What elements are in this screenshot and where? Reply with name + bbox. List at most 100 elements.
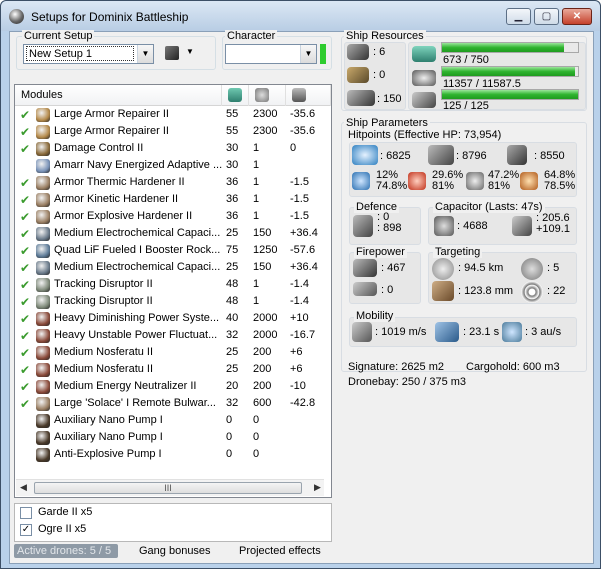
maximize-button[interactable]: ▢ [534,8,559,25]
online-check-icon[interactable]: ✔ [20,210,30,224]
tab-gang-bonuses[interactable]: Gang bonuses [139,545,211,557]
module-powergrid-value: 2300 [253,125,278,137]
modules-list[interactable]: Modules ✔ Large Armor Repairer II 55 2300 -3… [14,84,332,498]
capacitor-rate-delta: +109.1 [536,223,570,235]
online-check-icon[interactable]: ✔ [20,312,30,326]
module-row[interactable]: ✔ Medium Electrochemical Capaci... 25 150 +3… [15,226,318,243]
character-select-value [227,46,299,62]
module-name: Amarr Navy Energized Adaptive ... [54,159,223,171]
module-row[interactable]: ✔ Damage Control II 30 1 0 [15,141,315,158]
warp-speed-value: : 3 au/s [525,326,562,338]
armor-hp-icon [428,145,454,165]
mobility-label: Mobility [354,310,396,322]
module-icon [36,125,50,139]
app-icon [9,9,24,24]
module-icon [36,193,50,207]
online-check-icon[interactable]: ✔ [20,278,30,292]
online-check-icon[interactable]: ✔ [20,329,30,343]
module-row[interactable]: ✔ Armor Explosive Hardener II 36 1 -1.5 [15,209,315,226]
powergrid-column-header[interactable] [249,85,286,106]
module-capacitor-value: -1.5 [290,176,309,188]
em-resist-icon [352,172,370,190]
close-button[interactable]: ✕ [562,8,592,25]
online-check-icon[interactable]: ✔ [20,346,30,360]
module-row[interactable]: ✔ Medium Nosferatu II 25 200 +6 [15,362,315,379]
modules-column-header[interactable]: Modules [15,85,222,106]
kinetic-resist-armor: 81% [488,180,511,192]
module-powergrid-value: 0 [253,414,260,426]
module-icon [36,176,50,190]
module-row[interactable]: ✔ Armor Thermic Hardener II 36 1 -1.5 [15,175,315,192]
minimize-button[interactable]: ▁ [506,8,531,25]
module-name: Medium Electrochemical Capaci... [54,261,221,273]
calibration-icon [347,90,375,106]
module-row[interactable]: ✔ Medium Energy Neutralizer II 20 200 -10 [15,379,315,396]
module-row[interactable]: Auxiliary Nano Pump I 0 0 [15,413,315,430]
horizontal-scrollbar[interactable]: ◀ III ▶ [16,479,324,496]
module-powergrid-value: 0 [253,448,260,460]
module-name: Heavy Unstable Power Fluctuat... [54,329,218,341]
module-powergrid-value: 200 [253,380,272,392]
online-check-icon[interactable]: ✔ [20,193,30,207]
module-row[interactable]: ✔ Quad LiF Fueled I Booster Rock... 75 1250… [15,243,315,260]
scroll-right-icon[interactable]: ▶ [314,482,321,493]
module-icon [36,312,50,326]
module-row[interactable]: ✔ Tracking Disruptor II 48 1 -1.4 [15,294,315,311]
drone-checkbox[interactable]: ✓ [20,524,32,536]
module-cpu-value: 32 [226,329,239,341]
module-name: Medium Nosferatu II [54,363,154,375]
module-row[interactable]: ✔ Tracking Disruptor II 48 1 -1.4 [15,277,315,294]
online-check-icon[interactable]: ✔ [20,176,30,190]
fit-tools-icon[interactable] [165,46,179,60]
drone-checkbox[interactable] [20,507,32,519]
drone-label[interactable]: Ogre II x5 [38,523,86,535]
dps-icon [353,259,377,277]
online-check-icon[interactable]: ✔ [20,295,30,309]
setup-select[interactable]: New Setup 1 ▼ [23,44,154,64]
module-row[interactable]: ✔ Armor Kinetic Hardener II 36 1 -1.5 [15,192,315,209]
character-select[interactable]: ▼ [225,44,317,64]
module-capacitor-value: -35.6 [290,125,316,137]
tools-dropdown-icon[interactable]: ▼ [186,47,194,56]
capacitor-column-header[interactable] [286,85,331,106]
module-powergrid-value: 1 [253,159,260,171]
module-row[interactable]: ✔ Large 'Solace' I Remote Bulwar... 32 600 -… [15,396,315,413]
module-powergrid-value: 200 [253,346,272,358]
module-powergrid-value: 1 [253,210,260,222]
online-check-icon[interactable]: ✔ [20,142,30,156]
online-check-icon[interactable]: ✔ [20,363,30,377]
module-row[interactable]: ✔ Large Armor Repairer II 55 2300 -35.6 [15,107,315,124]
current-setup-label: Current Setup [22,30,95,42]
module-cpu-value: 25 [226,346,239,358]
cpu-bar-fill [442,43,564,52]
cpu-icon [228,88,242,103]
module-icon [36,159,50,173]
tab-projected-effects[interactable]: Projected effects [239,545,321,557]
online-check-icon[interactable]: ✔ [20,380,30,394]
module-row[interactable]: ✔ Medium Electrochemical Capaci... 25 150 +3… [15,260,318,277]
kinetic-resist-icon [466,172,484,190]
module-row[interactable]: Auxiliary Nano Pump I 0 0 [15,430,315,447]
module-row[interactable]: ✔ Medium Nosferatu II 25 200 +6 [15,345,315,362]
module-cpu-value: 0 [226,431,233,443]
module-row[interactable]: Amarr Navy Energized Adaptive ... 30 1 [15,158,315,175]
online-check-icon[interactable]: ✔ [20,244,30,258]
module-row[interactable]: Anti-Explosive Pump I 0 0 [15,447,315,464]
scroll-left-icon[interactable]: ◀ [20,482,27,493]
module-row[interactable]: ✔ Heavy Unstable Power Fluctuat... 32 2000-… [15,328,315,345]
module-row[interactable]: ✔ Heavy Diminishing Power Syste... 40 2000 +… [15,311,315,328]
online-check-icon[interactable]: ✔ [20,125,30,139]
online-check-icon[interactable]: ✔ [20,397,30,411]
online-check-icon[interactable]: ✔ [20,108,30,122]
module-row[interactable]: ✔ Large Armor Repairer II 55 2300 -35.6 [15,124,315,141]
module-cpu-value: 48 [226,278,239,290]
tab-active-drones[interactable]: Active drones: 5 / 5 [14,544,118,558]
online-check-icon[interactable]: ✔ [20,227,30,241]
signature-value: Signature: 2625 m2 [348,361,445,373]
module-cpu-value: 36 [226,176,239,188]
online-check-icon[interactable]: ✔ [20,261,30,275]
scrollbar-thumb[interactable]: III [34,482,302,494]
cpu-column-header[interactable] [222,85,249,106]
drone-label[interactable]: Garde II x5 [38,506,92,518]
module-icon [36,295,50,309]
